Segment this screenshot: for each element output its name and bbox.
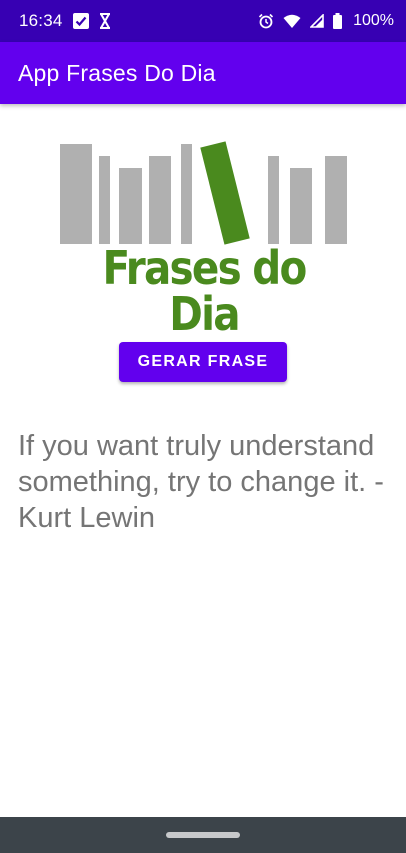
home-gesture-handle[interactable] <box>166 832 240 838</box>
app-bar: App Frases Do Dia <box>0 42 406 104</box>
hourglass-icon <box>99 13 111 29</box>
check-box-icon <box>72 12 90 30</box>
battery-percent: 100% <box>353 12 394 29</box>
logo-text: Frases do Dia <box>102 241 307 341</box>
navigation-bar <box>0 817 406 853</box>
status-bar: 16:34 100% <box>0 0 406 42</box>
battery-icon <box>333 13 343 29</box>
status-right: 100% <box>258 12 394 30</box>
wifi-icon <box>283 14 301 29</box>
status-time: 16:34 <box>19 11 63 30</box>
generate-phrase-button[interactable]: GERAR FRASE <box>119 342 287 382</box>
quote-text: If you want truly understand something, … <box>18 430 384 534</box>
logo: Frases do Dia <box>58 140 350 337</box>
books-graphic <box>60 141 347 245</box>
status-left: 16:34 <box>19 11 111 31</box>
app-title: App Frases Do Dia <box>18 59 216 86</box>
signal-icon <box>310 14 324 28</box>
alarm-icon <box>258 13 274 29</box>
